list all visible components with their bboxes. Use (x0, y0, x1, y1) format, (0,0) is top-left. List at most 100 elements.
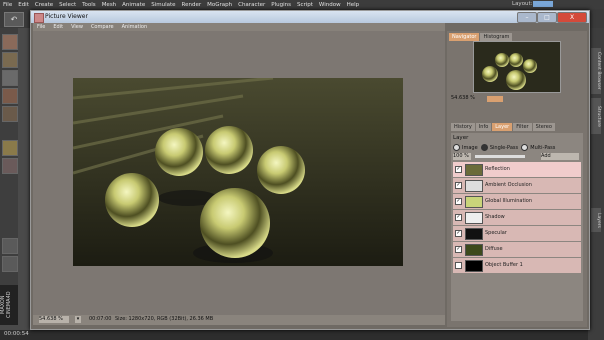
tab-stereo[interactable]: Stereo (532, 123, 555, 131)
layer-list: ✓ Reflection ✓ Ambient Occlusion ✓ Global Ill… (453, 162, 581, 274)
radio-multi-pass[interactable] (521, 144, 529, 151)
opacity-field[interactable]: 100 % (453, 153, 471, 160)
layer-tabs: History Info Layer Filter Stereo (451, 123, 556, 131)
tab-layer[interactable]: Layer (492, 123, 513, 131)
move-tool-icon[interactable] (2, 34, 18, 50)
layer-mode-radios: Image Single-Pass Multi-Pass (453, 144, 581, 151)
menu-item-render[interactable]: Render (179, 2, 205, 8)
viewer-menu-animation[interactable]: Animation (118, 24, 152, 30)
layer-row[interactable]: ✓ Specular (453, 226, 581, 242)
timeline-bar: 00:00:54 (0, 330, 604, 340)
layer-name: Ambient Occlusion (485, 182, 532, 188)
tab-filter[interactable]: Filter (513, 123, 532, 131)
picture-viewer-window: Picture Viewer – □ X File Edit View Compare… (30, 10, 590, 330)
layer-thumbnail (465, 164, 483, 176)
strip-tab-content-browser[interactable]: Content Browser (591, 48, 601, 94)
status-info: Size: 1280x720, RGB (32Bit), 26.36 MB (115, 316, 214, 322)
strip-tab-layers[interactable]: Layers (591, 208, 601, 232)
menu-item-edit[interactable]: Edit (15, 2, 32, 8)
rendered-image (73, 78, 403, 266)
zoom-slider[interactable] (487, 96, 503, 102)
layer-row[interactable]: ✓ Diffuse (453, 242, 581, 258)
layer-row[interactable]: Object Buffer 1 (453, 258, 581, 274)
layer-row[interactable]: ✓ Global Illumination (453, 194, 581, 210)
layer-visibility-checkbox[interactable]: ✓ (455, 246, 462, 253)
status-time: 00:07:00 (89, 316, 112, 322)
layer-name: Shadow (485, 214, 505, 220)
object-icon[interactable] (2, 70, 18, 86)
picture-viewer-icon (34, 13, 44, 23)
viewer-statusbar: 54.638 % ▾ 00:07:00 Size: 1280x720, RGB … (33, 315, 445, 325)
layer-thumbnail (465, 196, 483, 208)
menu-item-simulate[interactable]: Simulate (148, 2, 178, 8)
layer-thumbnail (465, 260, 483, 272)
close-button[interactable]: X (557, 12, 587, 23)
menu-item-animate[interactable]: Animate (119, 2, 148, 8)
polygons-icon[interactable] (2, 106, 18, 122)
layer-thumbnail (465, 244, 483, 256)
minimize-button[interactable]: – (517, 12, 537, 23)
undo-button[interactable]: ↶ (4, 12, 24, 27)
maximize-button[interactable]: □ (537, 12, 557, 23)
layer-name: Object Buffer 1 (485, 262, 523, 268)
viewer-menu-compare[interactable]: Compare (87, 24, 118, 30)
snap-icon[interactable] (2, 158, 18, 174)
menu-item-script[interactable]: Script (294, 2, 316, 8)
navigator-tabs: Navigator Histogram (449, 33, 513, 41)
menu-item-help[interactable]: Help (344, 2, 363, 8)
menu-item-window[interactable]: Window (316, 2, 344, 8)
strip-tab-structure[interactable]: Structure (591, 98, 601, 134)
radio-single-pass[interactable] (480, 144, 488, 151)
viewer-menu-file[interactable]: File (33, 24, 49, 30)
menu-item-mesh[interactable]: Mesh (99, 2, 119, 8)
tab-histogram[interactable]: Histogram (480, 33, 513, 41)
opacity-slider[interactable] (475, 155, 525, 158)
radio-image[interactable] (453, 144, 460, 151)
navigator-thumbnail[interactable] (473, 41, 561, 93)
viewer-menu-edit[interactable]: Edit (49, 24, 67, 30)
layer-controls: 100 % Add (453, 153, 581, 160)
viewer-menubar: File Edit View Compare Animation (33, 23, 445, 31)
viewer-menu-view[interactable]: View (67, 24, 87, 30)
menu-item-mograph[interactable]: MoGraph (204, 2, 235, 8)
radio-single-pass-label: Single-Pass (489, 145, 519, 151)
layer-row[interactable]: ✓ Reflection (453, 162, 581, 178)
radio-multi-pass-label: Multi-Pass (530, 145, 556, 151)
layout-selector[interactable] (533, 1, 553, 7)
menu-item-tools[interactable]: Tools (79, 2, 99, 8)
layer-visibility-checkbox[interactable]: ✓ (455, 198, 462, 205)
tab-info[interactable]: Info (475, 123, 492, 131)
navigator-preview (474, 42, 560, 92)
blend-mode-select[interactable]: Add (541, 153, 579, 160)
zoom-dropdown-icon[interactable]: ▾ (75, 316, 81, 323)
layer-visibility-checkbox[interactable]: ✓ (455, 166, 462, 173)
menu-item-create[interactable]: Create (32, 2, 56, 8)
layer-row[interactable]: ✓ Shadow (453, 210, 581, 226)
layer-thumbnail (465, 228, 483, 240)
layer-visibility-checkbox[interactable]: ✓ (455, 230, 462, 237)
navigator-zoom[interactable]: 54.638 % (451, 95, 475, 101)
maxon-logo: MAXON CINEMA4D (0, 285, 18, 325)
timecode: 00:00:54 (4, 331, 29, 337)
tab-navigator[interactable]: Navigator (449, 33, 480, 41)
layer-visibility-checkbox[interactable]: ✓ (455, 214, 462, 221)
menu-item-file[interactable]: File (0, 2, 15, 8)
image-viewport[interactable] (33, 31, 445, 315)
axis-icon[interactable] (2, 140, 18, 156)
points-icon[interactable] (2, 88, 18, 104)
window-title: Picture Viewer (45, 13, 88, 20)
menu-item-character[interactable]: Character (235, 2, 268, 8)
cube-icon[interactable] (2, 52, 18, 68)
tab-history[interactable]: History (451, 123, 475, 131)
layer-row[interactable]: ✓ Ambient Occlusion (453, 178, 581, 194)
workplane-icon[interactable] (2, 238, 18, 254)
layer-visibility-checkbox[interactable]: ✓ (455, 182, 462, 189)
zoom-field[interactable]: 54.638 % (39, 316, 69, 323)
layer-thumbnail (465, 212, 483, 224)
menu-item-plugins[interactable]: Plugins (268, 2, 294, 8)
lock-icon[interactable] (2, 256, 18, 272)
navigator-zoom-row: 54.638 % (451, 95, 583, 103)
layer-visibility-checkbox[interactable] (455, 262, 462, 269)
layer-panel: Layer Image Single-Pass Multi-Pass 100 %… (451, 133, 583, 321)
menu-item-select[interactable]: Select (56, 2, 79, 8)
